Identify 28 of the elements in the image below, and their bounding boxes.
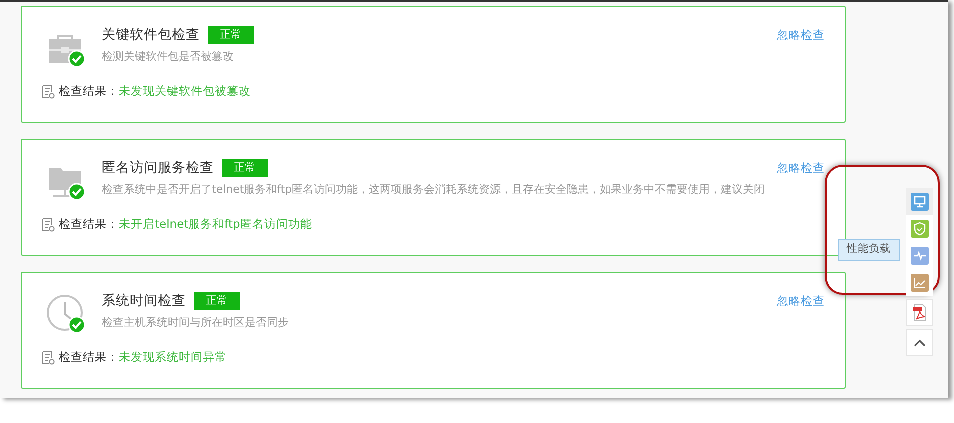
result-text: 未发现关键软件包被篡改 <box>119 83 251 100</box>
ignore-link[interactable]: 忽略检查 <box>777 292 825 310</box>
result-label: 检查结果： <box>59 349 119 366</box>
status-badge: 正常 <box>222 159 268 178</box>
toolbar-button[interactable] <box>906 299 933 326</box>
report-icon <box>42 218 55 232</box>
pdf-icon <box>910 304 928 322</box>
status-badge: 正常 <box>208 26 254 44</box>
back-to-top-button[interactable] <box>906 329 933 356</box>
toolbar-button[interactable] <box>906 269 933 296</box>
ignore-link[interactable]: 忽略检查 <box>777 26 825 44</box>
toolbar-button[interactable] <box>906 215 933 242</box>
report-icon <box>42 350 55 365</box>
status-badge: 正常 <box>194 292 240 310</box>
toolbar-button[interactable] <box>906 188 933 215</box>
tooltip: 性能负载 <box>838 239 900 261</box>
report-icon <box>42 84 55 99</box>
check-title: 系统时间检查 <box>102 292 186 311</box>
check-description: 检测关键软件包是否被篡改 <box>102 49 235 66</box>
result-label: 检查结果： <box>59 83 119 100</box>
check-description: 检查系统中是否开启了telnet服务和ftp匿名访问功能，这两项服务会消耗系统资源，且存在安全隐患，如果业务中不需要使用，建议关闭 <box>102 182 766 198</box>
result-text: 未发现系统时间异常 <box>119 349 227 366</box>
check-description: 检查主机系统时间与所在时区是否同步 <box>102 315 290 332</box>
result-label: 检查结果： <box>59 216 119 233</box>
check-title: 匿名访问服务检查 <box>102 159 214 178</box>
result-text: 未开启telnet服务和ftp匿名访问功能 <box>119 216 312 233</box>
ignore-link[interactable]: 忽略检查 <box>777 160 825 177</box>
check-title: 关键软件包检查 <box>102 26 200 45</box>
